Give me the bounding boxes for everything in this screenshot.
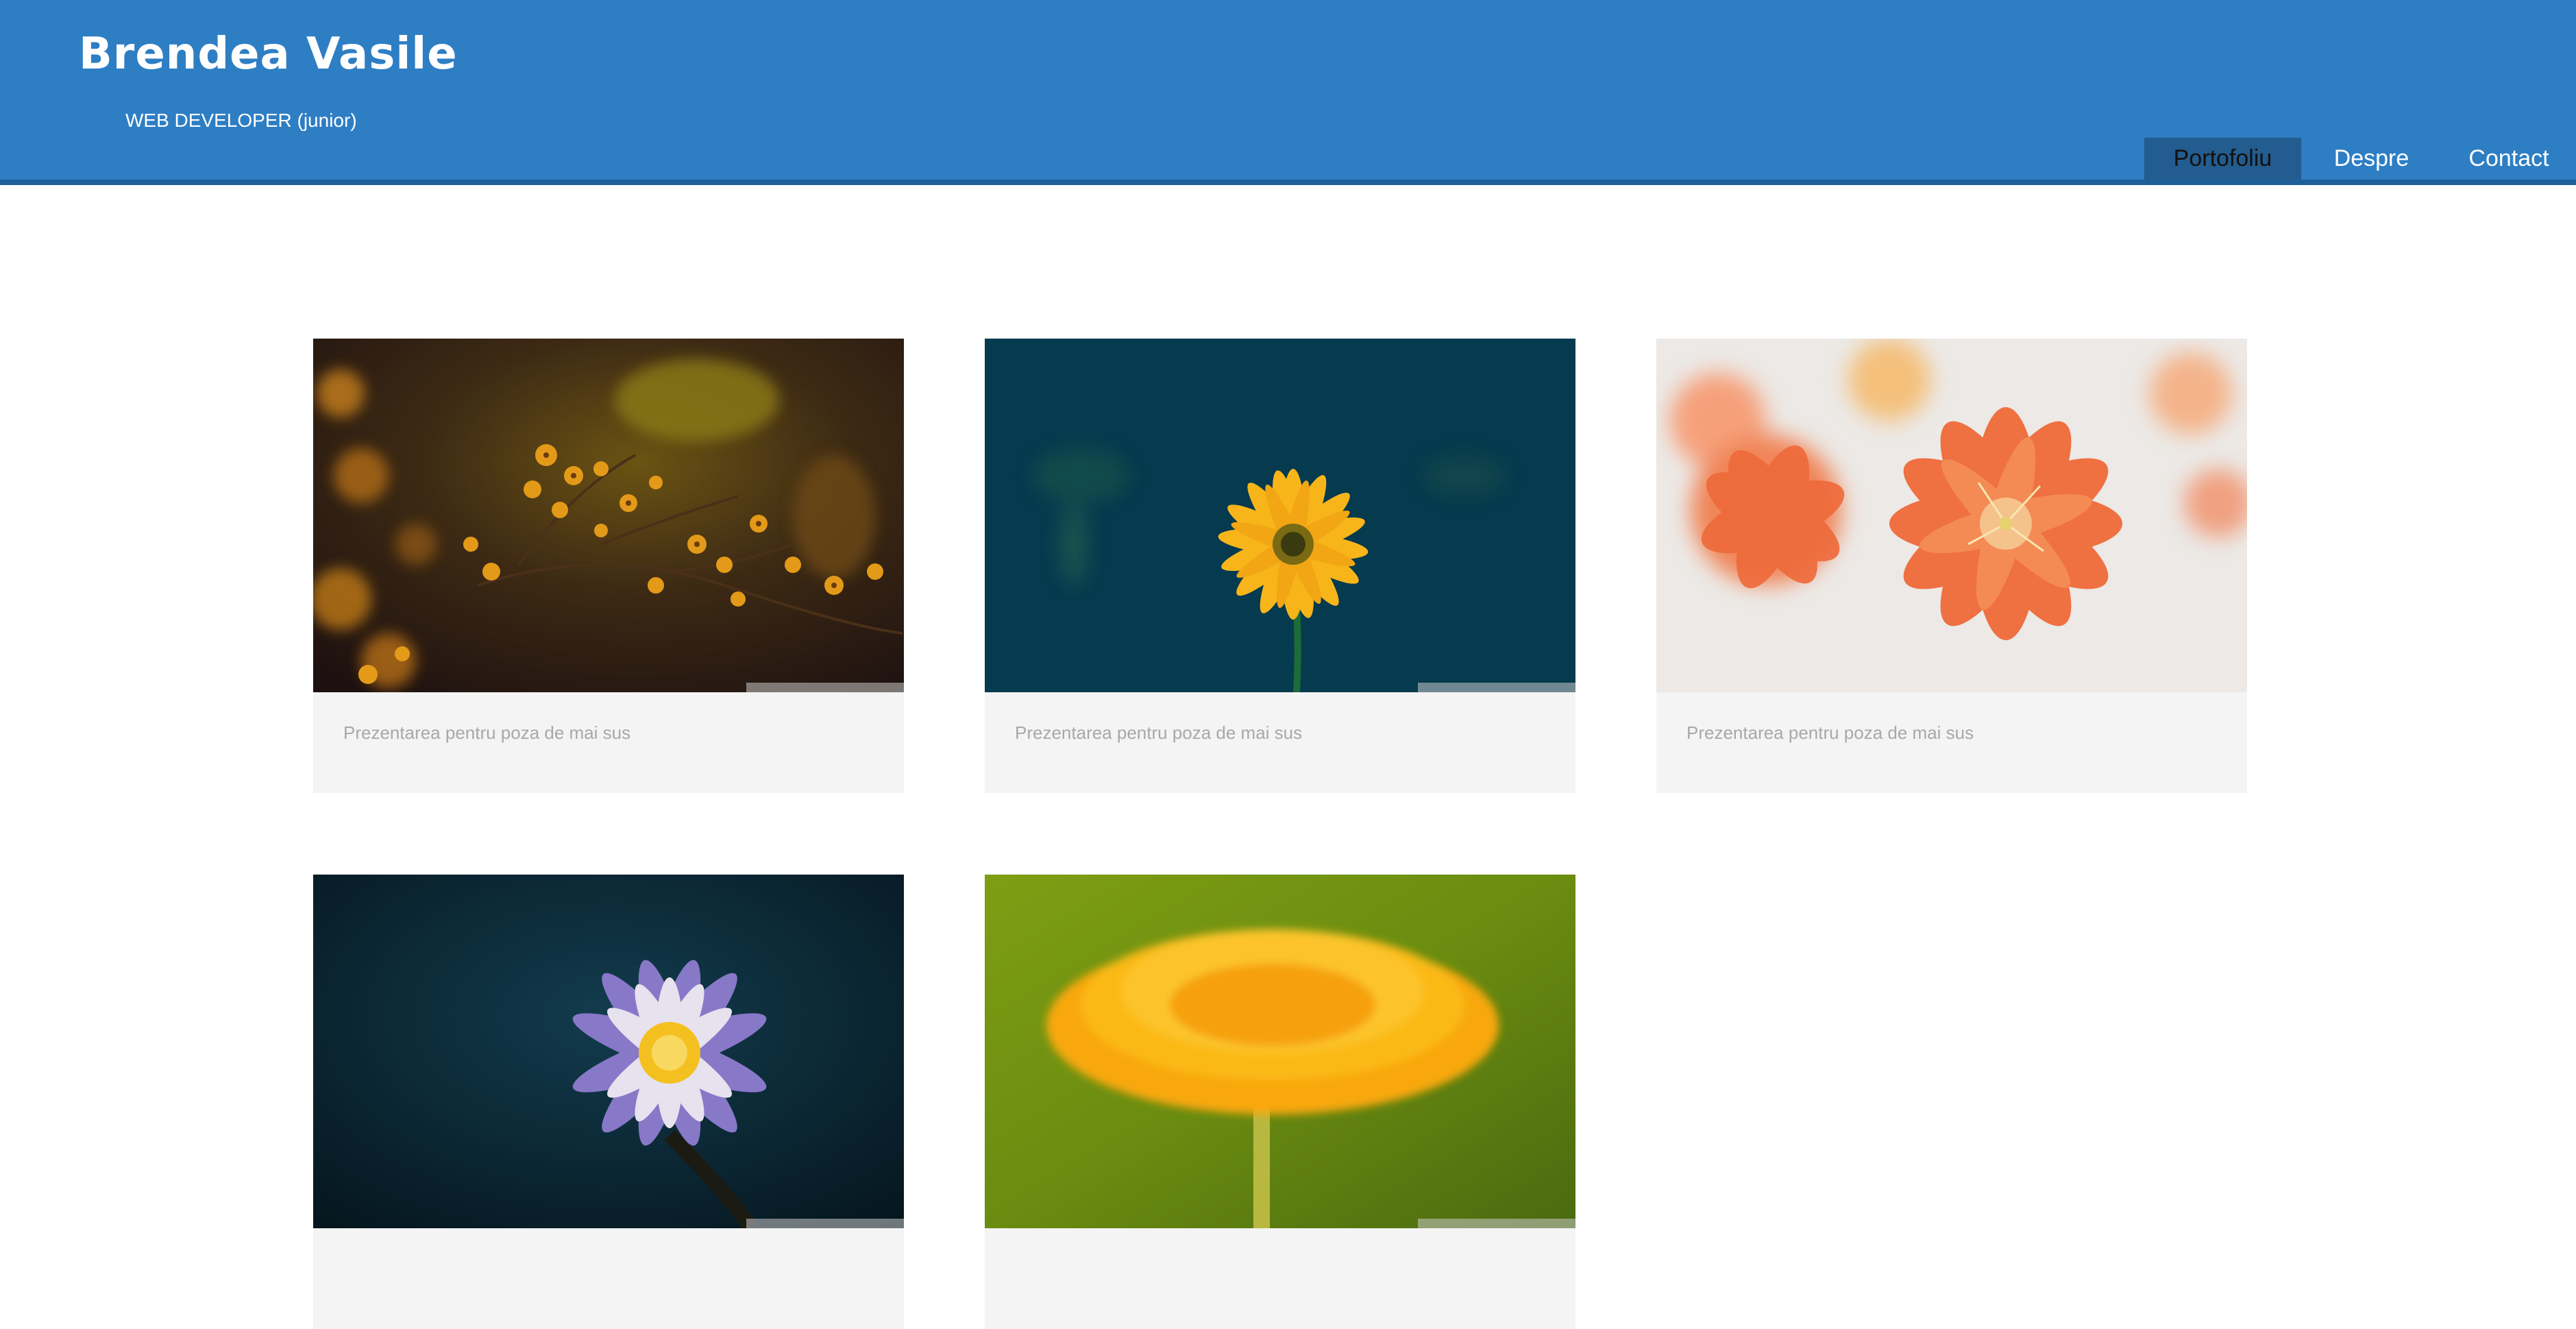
nav-item-contact[interactable]: Contact bbox=[2442, 138, 2576, 180]
watermark-bar bbox=[1418, 683, 1575, 692]
yellow-gerbera-photo[interactable] bbox=[985, 875, 1575, 1228]
yellow-daisy-photo[interactable] bbox=[985, 339, 1575, 692]
nav-item-despre[interactable]: Despre bbox=[2301, 138, 2442, 180]
watermark-bar bbox=[746, 683, 904, 692]
card-caption: Prezentarea pentru poza de mai sus bbox=[1686, 722, 1974, 743]
site-header: Brendea Vasile WEB DEVELOPER (junior) Po… bbox=[0, 0, 2576, 185]
purple-water-lily-photo[interactable] bbox=[313, 875, 904, 1228]
main-nav: Portofoliu Despre Contact bbox=[2144, 138, 2576, 180]
watermark-bar bbox=[746, 1219, 904, 1228]
nav-item-portofoliu[interactable]: Portofoliu bbox=[2144, 138, 2301, 180]
portfolio-card[interactable]: Prezentarea pentru poza de mai sus bbox=[985, 339, 1575, 793]
site-title: Brendea Vasile bbox=[79, 29, 458, 80]
portfolio-card[interactable] bbox=[985, 875, 1575, 1329]
portfolio-card[interactable]: Prezentarea pentru poza de mai sus bbox=[1656, 339, 2247, 793]
card-caption: Prezentarea pentru poza de mai sus bbox=[1015, 722, 1303, 743]
watermark-bar bbox=[1418, 1219, 1575, 1228]
card-caption: Prezentarea pentru poza de mai sus bbox=[343, 722, 631, 743]
portfolio-card[interactable] bbox=[313, 875, 904, 1329]
orange-lewisia-photo[interactable] bbox=[1656, 339, 2247, 692]
portfolio-card[interactable]: Prezentarea pentru poza de mai sus bbox=[313, 339, 904, 793]
orange-wildflowers-photo[interactable] bbox=[313, 339, 904, 692]
site-subtitle: WEB DEVELOPER (junior) bbox=[125, 110, 357, 131]
